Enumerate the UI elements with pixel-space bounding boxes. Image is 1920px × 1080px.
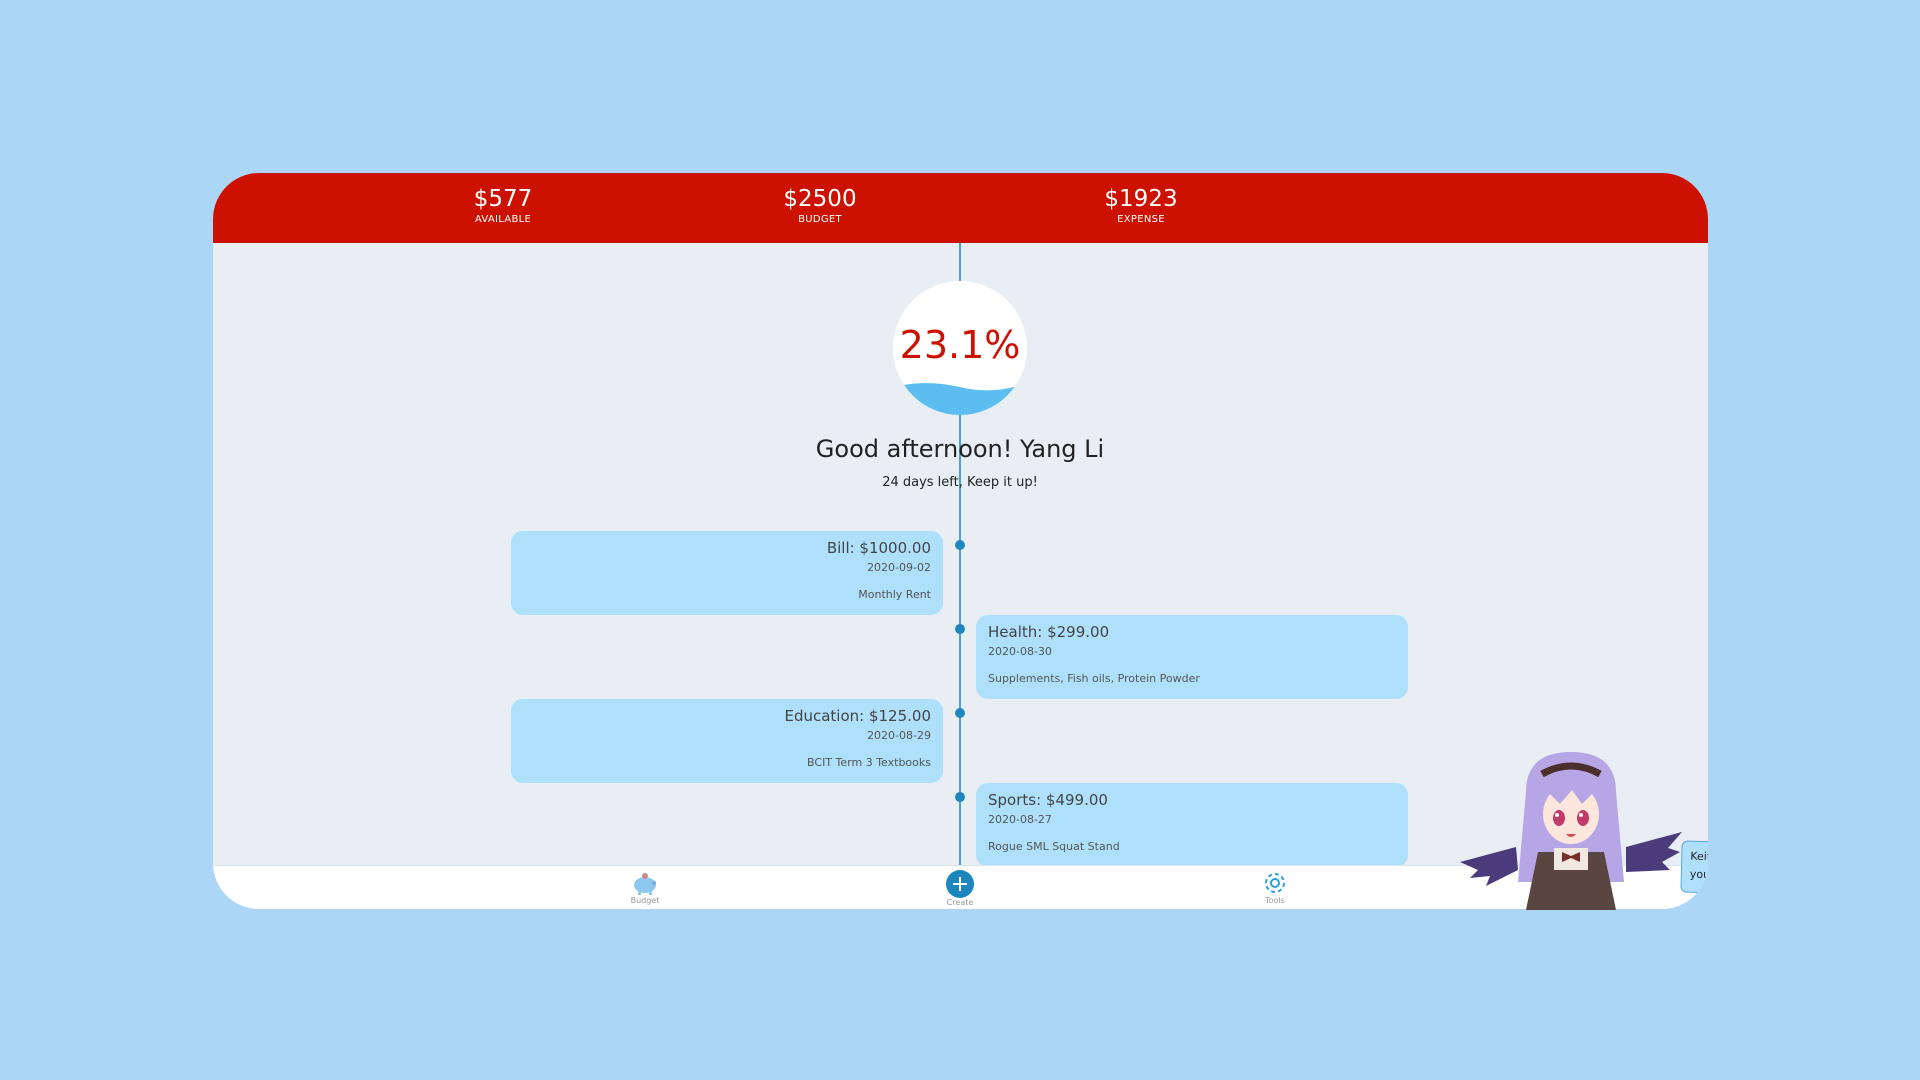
piggy-bank-icon	[634, 873, 656, 895]
entry-card-health[interactable]: Health: $299.00 2020-08-30 Supplements, …	[976, 615, 1408, 699]
timeline-dot	[955, 708, 965, 718]
entry-note: Rogue SML Squat Stand	[988, 840, 1120, 853]
available-amount: $577	[473, 186, 533, 212]
entry-note: Supplements, Fish oils, Protein Powder	[988, 672, 1200, 685]
entry-date: 2020-08-29	[867, 729, 931, 742]
gear-icon	[1265, 873, 1285, 893]
plus-icon	[946, 870, 974, 898]
entry-card-education[interactable]: Education: $125.00 2020-08-29 BCIT Term …	[511, 699, 943, 783]
entry-title: Bill: $1000.00	[826, 539, 931, 557]
timeline-dot	[955, 792, 965, 802]
entry-note: BCIT Term 3 Textbooks	[807, 756, 931, 769]
entry-date: 2020-08-27	[988, 813, 1052, 826]
entry-card-sports[interactable]: Sports: $499.00 2020-08-27 Rogue SML Squ…	[976, 783, 1408, 867]
progress-percent: 23.1%	[899, 323, 1021, 367]
available-stat: $577 AVAILABLE	[403, 185, 603, 227]
expense-label: EXPENSE	[1117, 214, 1165, 225]
entry-title: Sports: $499.00	[988, 791, 1108, 809]
expense-stat: $1923 EXPENSE	[1041, 185, 1241, 227]
mascot-character[interactable]	[1456, 752, 1686, 910]
greeting-text: Good afternoon! Yang Li	[815, 435, 1105, 463]
budget-amount: $2500	[783, 186, 857, 212]
entry-date: 2020-09-02	[867, 561, 931, 574]
budget-progress-circle: 23.1%	[893, 281, 1027, 415]
entry-title: Education: $125.00	[784, 707, 931, 725]
nav-budget[interactable]: Budget	[605, 870, 685, 905]
available-label: AVAILABLE	[474, 214, 532, 225]
budget-label: BUDGET	[798, 214, 842, 225]
nav-create[interactable]: Create	[920, 870, 1000, 907]
nav-create-label: Create	[946, 898, 974, 907]
budget-stat: $2500 BUDGET	[720, 185, 920, 227]
entry-note: Monthly Rent	[858, 588, 931, 601]
timeline-dot	[955, 624, 965, 634]
nav-tools[interactable]: Tools	[1235, 870, 1315, 905]
entry-title: Health: $299.00	[988, 623, 1110, 641]
timeline-dot	[955, 540, 965, 550]
expense-amount: $1923	[1104, 186, 1178, 212]
days-left-text: 24 days left, Keep it up!	[882, 475, 1038, 490]
nav-budget-label: Budget	[630, 896, 660, 905]
entry-date: 2020-08-30	[988, 645, 1052, 658]
nav-tools-label: Tools	[1265, 896, 1285, 905]
summary-header: $577 AVAILABLE $2500 BUDGET $1923 EXPENS…	[213, 173, 1708, 243]
entry-card-bill[interactable]: Bill: $1000.00 2020-09-02 Monthly Rent	[511, 531, 943, 615]
